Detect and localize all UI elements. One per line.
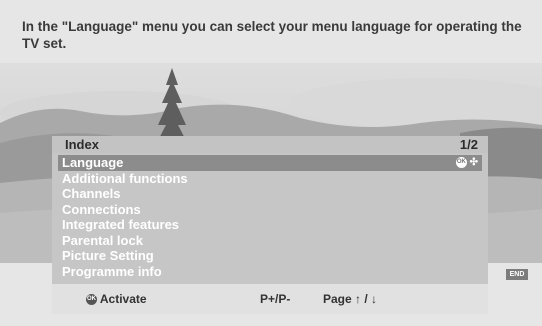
menu-item-label: Integrated features — [62, 217, 180, 232]
menu-item-parental-lock[interactable]: Parental lock — [58, 233, 482, 249]
activate-hint[interactable]: OK Activate — [86, 292, 147, 306]
index-menu: Index 1/2 Language OK ✣ Additional funct… — [52, 136, 488, 284]
menu-item-additional-functions[interactable]: Additional functions — [58, 171, 482, 187]
menu-item-label: Language — [62, 155, 124, 170]
ok-button-icon: OK — [86, 294, 97, 306]
instruction-caption: In the "Language" menu you can select yo… — [22, 19, 522, 51]
end-button[interactable]: END — [506, 269, 528, 280]
menu-item-programme-info[interactable]: Programme info — [58, 264, 482, 280]
menu-item-label: Connections — [62, 201, 141, 217]
menu-item-connections[interactable]: Connections — [58, 202, 482, 218]
activate-label: Activate — [99, 292, 147, 306]
menu-item-label: Programme info — [62, 263, 162, 279]
program-up-down-hint: P+/P- — [260, 292, 291, 306]
ok-icon: OK — [455, 156, 467, 168]
menu-item-language[interactable]: Language OK ✣ — [58, 155, 482, 171]
menu-title: Index — [65, 137, 99, 152]
menu-footer: OK Activate P+/P- Page ↑ / ↓ — [52, 284, 488, 314]
menu-item-label: Channels — [62, 186, 121, 201]
menu-item-label: Parental lock — [62, 232, 143, 248]
page-up-down-hint: Page ↑ / ↓ — [323, 292, 378, 306]
menu-item-picture-setting[interactable]: Picture Setting — [58, 248, 482, 264]
menu-item-label: Additional functions — [62, 170, 188, 186]
menu-item-integrated-features[interactable]: Integrated features — [58, 217, 482, 233]
menu-item-channels[interactable]: Channels — [58, 186, 482, 202]
menu-page-indicator: 1/2 — [459, 137, 478, 152]
menu-item-label: Picture Setting — [62, 248, 154, 263]
menu-header: Index 1/2 — [52, 136, 488, 153]
ok-navigate-icon: OK ✣ — [455, 156, 478, 168]
